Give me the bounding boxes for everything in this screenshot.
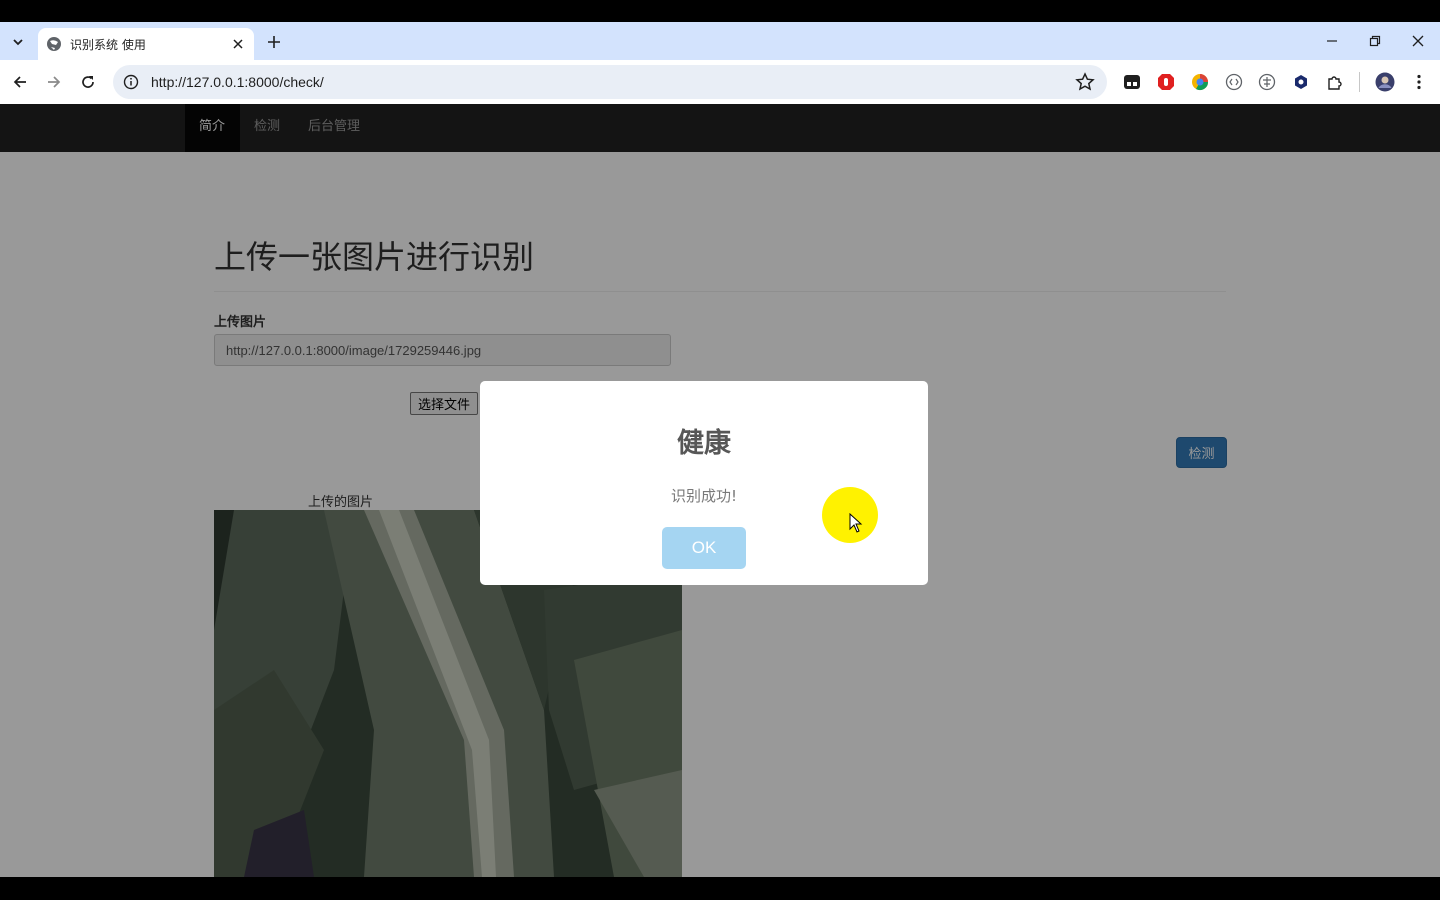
url-text[interactable]: http://127.0.0.1:8000/check/: [151, 74, 1075, 90]
screen: 识别系统 使用 http://127.0.0.1:8000/check/ 简介 …: [0, 0, 1440, 900]
restore-button[interactable]: [1357, 28, 1393, 54]
new-tab-button[interactable]: [262, 30, 286, 54]
tab-search-button[interactable]: [6, 30, 30, 54]
extension-translate-icon[interactable]: [1257, 72, 1277, 92]
dialog-title: 健康: [677, 428, 731, 459]
extension-hex-icon[interactable]: [1291, 72, 1311, 92]
chevron-down-icon: [13, 39, 23, 46]
site-info-icon[interactable]: [123, 74, 139, 90]
browser-toolbar: http://127.0.0.1:8000/check/: [0, 60, 1440, 104]
mouse-cursor-icon: [849, 513, 863, 533]
tab-title: 识别系统 使用: [70, 37, 146, 52]
reload-button[interactable]: [74, 68, 102, 96]
reload-icon: [82, 76, 94, 88]
back-button[interactable]: [6, 68, 34, 96]
close-icon: [1412, 35, 1424, 47]
forward-button[interactable]: [40, 68, 68, 96]
extension-code-icon[interactable]: [1224, 72, 1244, 92]
browser-tabstrip: 识别系统 使用: [0, 22, 1440, 60]
extension-red-icon[interactable]: [1156, 72, 1176, 92]
browser-tab[interactable]: 识别系统 使用: [38, 28, 254, 60]
web-page: 简介 检测 后台管理 上传一张图片进行识别 上传图片 http://127.0.…: [0, 104, 1440, 877]
arrow-right-icon: [48, 76, 61, 88]
arrow-left-icon: [13, 76, 26, 88]
restore-icon: [1369, 35, 1381, 47]
minimize-button[interactable]: [1314, 28, 1350, 54]
browser-menu-icon[interactable]: [1409, 72, 1429, 92]
ok-button[interactable]: OK: [662, 527, 746, 569]
minimize-icon: [1327, 40, 1337, 42]
result-dialog: 健康 识别成功! OK: [480, 381, 928, 585]
extensions-puzzle-icon[interactable]: [1325, 72, 1345, 92]
address-bar[interactable]: http://127.0.0.1:8000/check/: [113, 65, 1107, 99]
profile-avatar[interactable]: [1374, 71, 1396, 93]
close-window-button[interactable]: [1400, 28, 1436, 54]
extension-color-icon[interactable]: [1190, 72, 1210, 92]
extension-toolbox-icon[interactable]: [1122, 72, 1142, 92]
globe-icon: [47, 37, 61, 51]
plus-icon: [268, 36, 280, 48]
bookmark-star-icon[interactable]: [1075, 72, 1095, 92]
tab-close-icon[interactable]: [230, 36, 246, 52]
toolbar-separator: [1359, 72, 1360, 92]
